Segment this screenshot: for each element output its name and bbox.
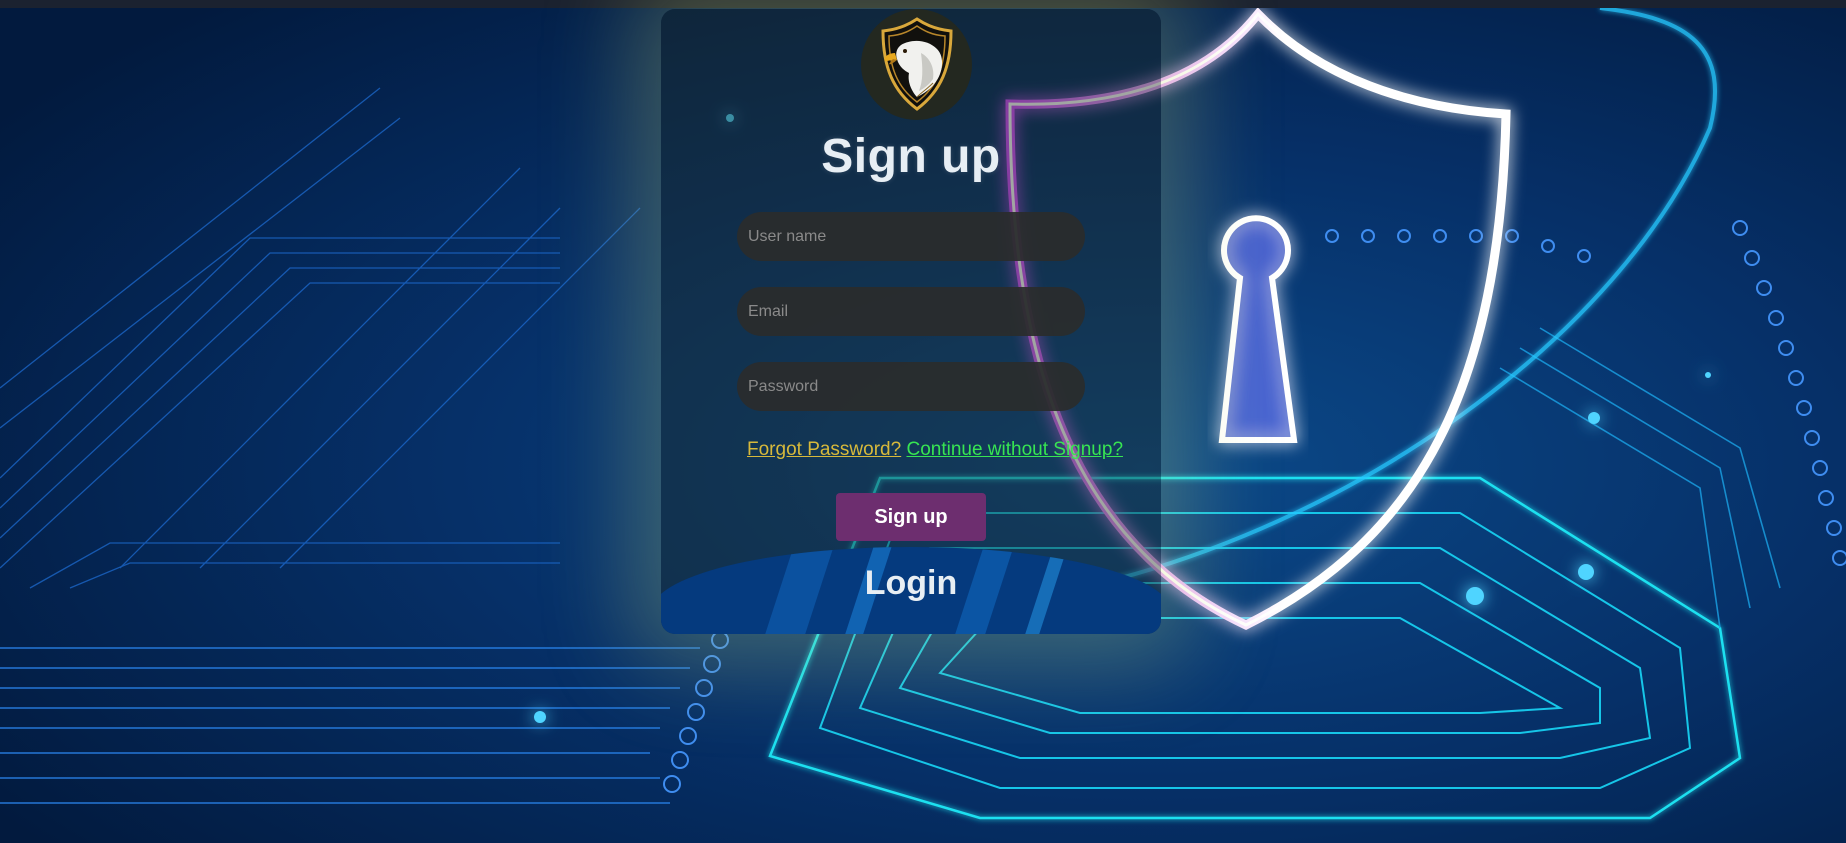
page-title: Sign up bbox=[821, 130, 1001, 183]
username-input[interactable] bbox=[737, 212, 1085, 261]
top-bar bbox=[0, 0, 1846, 8]
forgot-password-link[interactable]: Forgot Password? bbox=[747, 439, 901, 460]
signup-button[interactable]: Sign up bbox=[836, 493, 986, 541]
auth-links: Forgot Password? Continue without Signup… bbox=[747, 439, 1123, 461]
logo bbox=[861, 9, 972, 120]
login-label[interactable]: Login bbox=[661, 564, 1161, 603]
eagle-shield-icon bbox=[881, 17, 953, 111]
signup-card: Sign up Forgot Password? Continue withou… bbox=[661, 9, 1161, 634]
continue-without-signup-link[interactable]: Continue without Signup? bbox=[906, 439, 1123, 460]
email-input[interactable] bbox=[737, 287, 1085, 336]
signup-page: Sign up Forgot Password? Continue withou… bbox=[0, 0, 1846, 843]
password-input[interactable] bbox=[737, 362, 1085, 411]
